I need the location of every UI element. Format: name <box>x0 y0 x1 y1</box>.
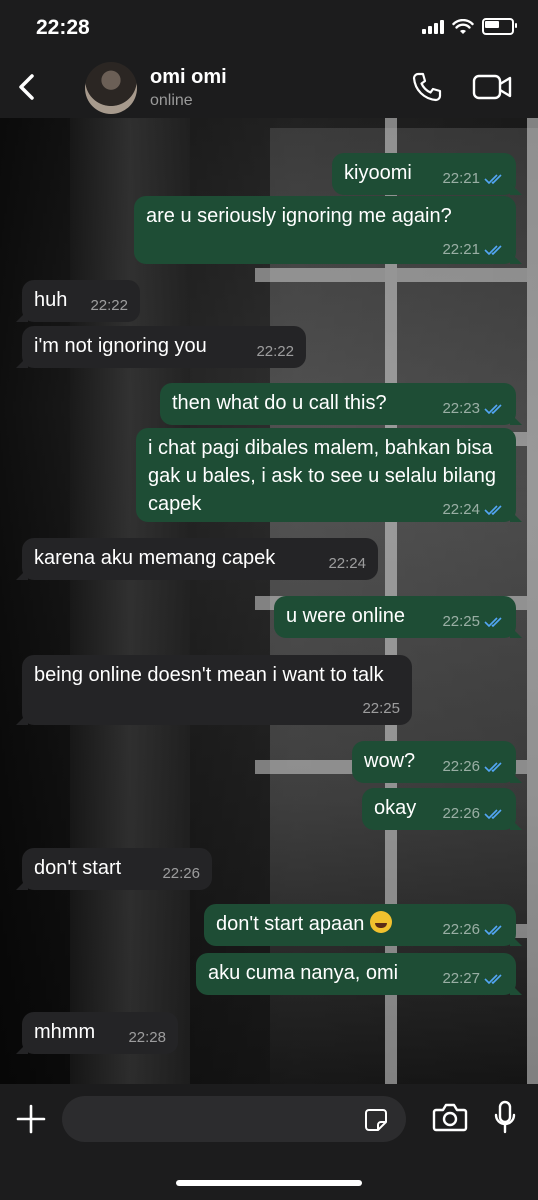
message-text: being online doesn't mean i want to talk <box>34 664 384 686</box>
message-meta: 22:24 <box>442 496 504 524</box>
battery-icon <box>482 18 517 35</box>
contact-avatar[interactable] <box>85 62 137 114</box>
message-bubble-incoming[interactable]: karena aku memang capek 22:24 <box>22 538 378 580</box>
message-bubble-outgoing[interactable]: wow? 22:26 <box>352 741 516 783</box>
message-bubble-incoming[interactable]: being online doesn't mean i want to talk… <box>22 655 412 725</box>
message-meta: 22:26 <box>442 800 504 828</box>
message-bubble-outgoing[interactable]: u were online 22:25 <box>274 596 516 638</box>
read-ticks-icon <box>484 174 502 185</box>
chat-header: omi omi online <box>0 58 538 118</box>
message-text: don't start apaan <box>216 913 365 935</box>
message-meta: 22:26 <box>442 916 504 944</box>
message-time: 22:26 <box>442 921 480 938</box>
message-time: 22:26 <box>162 865 200 882</box>
message-bubble-outgoing[interactable]: then what do u call this? 22:23 <box>160 383 516 425</box>
read-ticks-icon <box>484 505 502 516</box>
message-time: 22:25 <box>362 700 400 717</box>
read-ticks-icon <box>484 245 502 256</box>
message-bubble-outgoing[interactable]: aku cuma nanya, omi 22:27 <box>196 953 516 995</box>
message-bubble-outgoing[interactable]: okay 22:26 <box>362 788 516 830</box>
message-time: 22:26 <box>442 805 480 822</box>
message-text: karena aku memang capek <box>34 547 276 569</box>
plus-icon[interactable] <box>16 1104 46 1134</box>
message-text: okay <box>374 797 417 819</box>
message-bubble-incoming[interactable]: don't start 22:26 <box>22 848 212 890</box>
camera-icon[interactable] <box>432 1102 468 1132</box>
message-time: 22:24 <box>442 501 480 518</box>
message-meta: 22:27 <box>442 965 504 993</box>
contact-name[interactable]: omi omi <box>150 66 227 89</box>
read-ticks-icon <box>484 809 502 820</box>
message-meta: 22:21 <box>442 165 504 193</box>
message-time: 22:26 <box>442 758 480 775</box>
back-chevron-icon[interactable] <box>12 70 42 104</box>
message-meta: 22:25 <box>362 695 400 723</box>
loudly-crying-face-emoji-icon <box>369 911 392 933</box>
message-time: 22:24 <box>328 555 366 572</box>
message-bubble-outgoing[interactable]: i chat pagi dibales malem, bahkan bisa g… <box>136 428 516 522</box>
message-input-bar <box>0 1084 538 1200</box>
message-meta: 22:26 <box>162 860 200 888</box>
video-call-icon[interactable] <box>472 72 512 102</box>
status-icons <box>422 18 517 35</box>
message-meta: 22:24 <box>328 550 366 578</box>
message-time: 22:23 <box>442 400 480 417</box>
message-input[interactable] <box>62 1096 406 1142</box>
message-time: 22:27 <box>442 970 480 987</box>
message-text: huh <box>34 289 68 311</box>
microphone-icon[interactable] <box>494 1100 516 1134</box>
message-text: u were online <box>286 605 405 627</box>
message-meta: 22:23 <box>442 395 504 423</box>
message-text: wow? <box>364 750 416 772</box>
contact-status: online <box>150 92 193 109</box>
message-bubble-outgoing[interactable]: don't start apaan 22:26 <box>204 904 516 946</box>
cellular-signal-icon <box>422 19 444 34</box>
message-meta: 22:25 <box>442 608 504 636</box>
message-bubble-incoming[interactable]: i'm not ignoring you 22:22 <box>22 326 306 368</box>
sticker-icon[interactable] <box>364 1108 388 1132</box>
message-text: kiyoomi <box>344 162 412 184</box>
message-meta: 22:26 <box>442 753 504 781</box>
message-meta: 22:28 <box>128 1024 166 1052</box>
read-ticks-icon <box>484 974 502 985</box>
status-time: 22:28 <box>36 16 90 39</box>
read-ticks-icon <box>484 617 502 628</box>
message-bubble-outgoing[interactable]: kiyoomi 22:21 <box>332 153 516 195</box>
message-time: 22:21 <box>442 241 480 258</box>
phone-call-icon[interactable] <box>410 70 444 104</box>
message-time: 22:22 <box>256 343 294 360</box>
message-text: then what do u call this? <box>172 392 387 414</box>
message-bubble-incoming[interactable]: huh 22:22 <box>22 280 140 322</box>
message-text: don't start <box>34 857 122 879</box>
read-ticks-icon <box>484 762 502 773</box>
message-meta: 22:21 <box>442 236 504 264</box>
status-bar: 22:28 <box>0 0 538 58</box>
message-text: mhmm <box>34 1021 96 1043</box>
wifi-icon <box>452 18 474 34</box>
message-time: 22:28 <box>128 1029 166 1046</box>
message-text: are u seriously ignoring me again? <box>146 205 452 227</box>
message-time: 22:22 <box>90 297 128 314</box>
message-meta: 22:22 <box>256 338 294 366</box>
read-ticks-icon <box>484 925 502 936</box>
message-bubble-outgoing[interactable]: are u seriously ignoring me again? 22:21 <box>134 196 516 264</box>
message-bubble-incoming[interactable]: mhmm 22:28 <box>22 1012 178 1054</box>
message-meta: 22:22 <box>90 292 128 320</box>
read-ticks-icon <box>484 404 502 415</box>
message-time: 22:25 <box>442 613 480 630</box>
message-text: aku cuma nanya, omi <box>208 962 399 984</box>
home-indicator <box>176 1180 362 1186</box>
message-text: i'm not ignoring you <box>34 335 207 357</box>
message-time: 22:21 <box>442 170 480 187</box>
